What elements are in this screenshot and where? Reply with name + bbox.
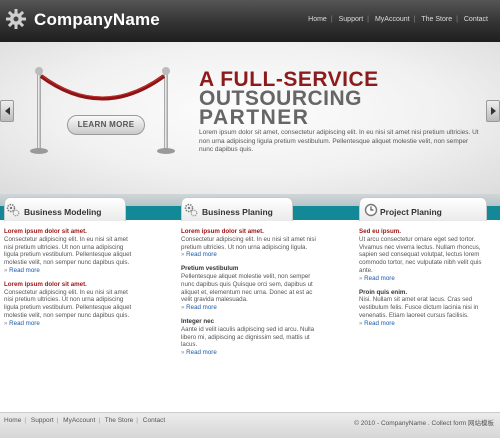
read-more-link[interactable]: Read more <box>359 320 494 328</box>
article-title[interactable]: Lorem ipsum dolor sit amet. <box>4 228 136 236</box>
read-more-link[interactable]: Read more <box>181 251 321 259</box>
footer-nav-home[interactable]: Home <box>4 417 21 424</box>
article-text: Consectetur adipiscing elit. In eu nisi … <box>4 288 132 319</box>
article: Sed eu ipsum. Ut arcu consectetur ornare… <box>359 228 494 283</box>
tab-title-project-planing: Project Planing <box>380 207 442 217</box>
article-title[interactable]: Proin quis enim. <box>359 289 494 297</box>
article-title[interactable]: Pretium vestibulum <box>181 265 321 273</box>
tab-title-business-modeling: Business Modeling <box>24 207 102 217</box>
article-title[interactable]: Sed eu ipsum. <box>359 228 494 236</box>
top-nav: Home | Support | MyAccount | The Store | Con… <box>304 16 492 23</box>
article: Lorem ipsum dolor sit amet. Consectetur … <box>4 228 136 275</box>
prev-slide-arrow-icon[interactable] <box>0 100 14 122</box>
rope-barrier-image <box>30 67 175 154</box>
copyright-text: © 2010 - CompanyName . Collect form 网站模板 <box>354 420 494 427</box>
nav-contact[interactable]: Contact <box>460 16 492 23</box>
article-text: Nisi. Nullam sit amet erat lacus. Cras s… <box>359 296 479 319</box>
nav-the-store[interactable]: The Store <box>417 16 456 23</box>
article: Lorem ipsum dolor sit amet. Consectetur … <box>181 228 321 259</box>
nav-support[interactable]: Support <box>335 16 368 23</box>
footer-nav: Home | Support | MyAccount | The Store | Con… <box>4 417 166 424</box>
column-business-modeling: Lorem ipsum dolor sit amet. Consectetur … <box>4 228 136 334</box>
article-text: Consectetur adipiscing elit. In eu nisi … <box>4 235 132 267</box>
hero-headline-line3: PARTNER <box>199 106 310 129</box>
nav-myaccount[interactable]: MyAccount <box>371 16 414 23</box>
article-title[interactable]: Lorem ipsum dolor sit amet. <box>181 228 321 236</box>
header-bar: CompanyName Home | Support | MyAccount | Th… <box>0 0 500 42</box>
footer-nav-support[interactable]: Support <box>31 417 54 424</box>
footer-nav-myaccount[interactable]: MyAccount <box>63 417 95 424</box>
article-text: Pellentesque aliquet molestie velit, non… <box>181 272 313 304</box>
next-slide-arrow-icon[interactable] <box>486 100 500 122</box>
hero-description: Lorem ipsum dolor sit amet, consectetur … <box>199 129 479 153</box>
nav-home[interactable]: Home <box>304 16 331 23</box>
read-more-link[interactable]: Read more <box>359 275 494 283</box>
column-business-planing: Lorem ipsum dolor sit amet. Consectetur … <box>181 228 321 363</box>
footer-nav-contact[interactable]: Contact <box>143 417 165 424</box>
teal-strip <box>487 206 500 220</box>
article: Integer nec Aante id velit iaculis adipi… <box>181 318 321 357</box>
clock-icon <box>364 203 378 217</box>
learn-more-button[interactable]: LEARN MORE <box>67 115 145 135</box>
gear-logo-icon <box>6 9 26 29</box>
column-project-planing: Sed eu ipsum. Ut arcu consectetur ornare… <box>359 228 494 334</box>
article: Proin quis enim. Nisi. Nullam sit amet e… <box>359 289 494 328</box>
article: Pretium vestibulum Pellentesque aliquet … <box>181 265 321 312</box>
article-title[interactable]: Lorem ipsum dolor sit amet. <box>4 281 136 289</box>
tab-title-business-planing: Business Planing <box>202 207 273 217</box>
article-title[interactable]: Integer nec <box>181 318 321 326</box>
article: Lorem ipsum dolor sit amet. Consectetur … <box>4 281 136 328</box>
article-text: Consectetur adipiscing elit. In eu nisi … <box>181 235 316 251</box>
teal-strip <box>126 206 181 220</box>
read-more-link[interactable]: Read more <box>4 267 136 275</box>
teal-strip <box>293 206 359 220</box>
article-text: Ut arcu consectetur ornare eget sed tort… <box>359 235 482 274</box>
gears-icon <box>184 203 198 217</box>
article-text: Aante id velit iaculis adipiscing sed id… <box>181 325 315 349</box>
read-more-link[interactable]: Read more <box>181 349 321 357</box>
read-more-link[interactable]: Read more <box>181 304 321 312</box>
read-more-link[interactable]: Read more <box>4 320 136 328</box>
footer-nav-the-store[interactable]: The Store <box>105 417 134 424</box>
gears-icon <box>6 203 20 217</box>
company-name[interactable]: CompanyName <box>34 10 160 30</box>
